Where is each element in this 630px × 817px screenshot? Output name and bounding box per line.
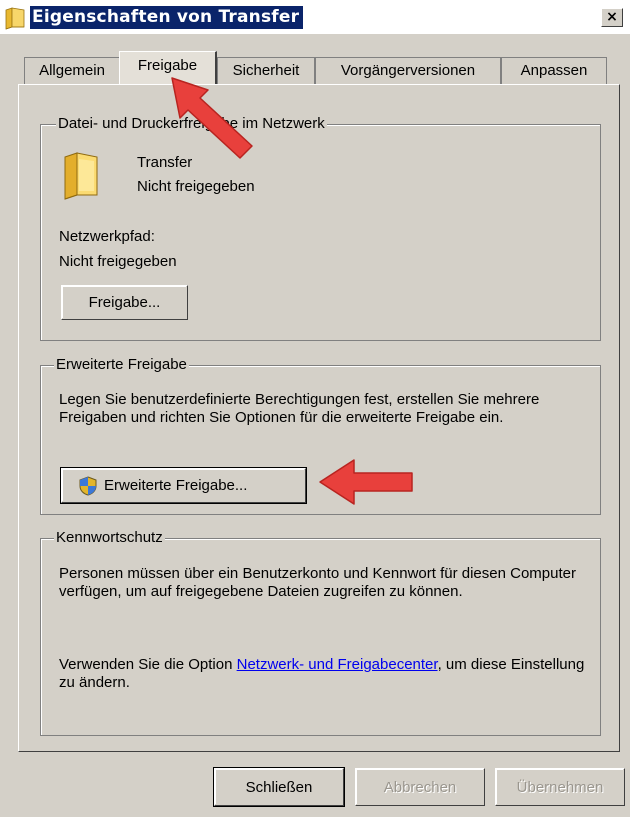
password-protection-hint: Verwenden Sie die Option Netzwerk- und F… [59, 656, 589, 692]
network-path-value: Nicht freigegeben [59, 253, 177, 270]
title-bar[interactable]: Eigenschaften von Transfer × [0, 0, 630, 34]
folder-icon [5, 7, 25, 30]
advanced-sharing-button[interactable]: Erweiterte Freigabe... [60, 467, 307, 504]
window-title: Eigenschaften von Transfer [30, 6, 304, 29]
properties-dialog: Eigenschaften von Transfer × Allgemein F… [0, 0, 630, 817]
close-button[interactable]: Schließen [213, 767, 345, 807]
share-button[interactable]: Freigabe... [61, 285, 188, 320]
sharing-status: Nicht freigegeben [137, 178, 255, 195]
annotation-arrow-icon [319, 459, 413, 505]
network-path-label: Netzwerkpfad: [59, 228, 155, 245]
folder-icon [64, 152, 98, 200]
tab-anpassen[interactable]: Anpassen [501, 57, 607, 84]
password-protection-description: Personen müssen über ein Benutzerkonto u… [59, 565, 576, 600]
apply-button[interactable]: Übernehmen [495, 768, 625, 806]
advanced-sharing-legend: Erweiterte Freigabe [54, 356, 189, 374]
tab-vorgaengerversionen[interactable]: Vorgängerversionen [315, 57, 501, 84]
hint-text-before: Verwenden Sie die Option [59, 656, 237, 673]
annotation-arrow-icon [171, 77, 253, 159]
shield-icon [79, 476, 97, 496]
close-icon[interactable]: × [601, 8, 623, 27]
network-sharing-center-link[interactable]: Netzwerk- und Freigabecenter [237, 656, 438, 673]
password-protection-legend: Kennwortschutz [54, 529, 165, 547]
cancel-button[interactable]: Abbrechen [355, 768, 485, 806]
tab-allgemein[interactable]: Allgemein [24, 57, 120, 84]
advanced-sharing-button-label: Erweiterte Freigabe... [104, 477, 248, 494]
network-sharing-group: Datei- und Druckerfreigabe im Netzwerk T… [40, 115, 601, 341]
password-protection-group: Kennwortschutz Personen müssen über ein … [40, 529, 601, 736]
advanced-sharing-description: Legen Sie benutzerdefinierte Berechtigun… [59, 391, 540, 426]
